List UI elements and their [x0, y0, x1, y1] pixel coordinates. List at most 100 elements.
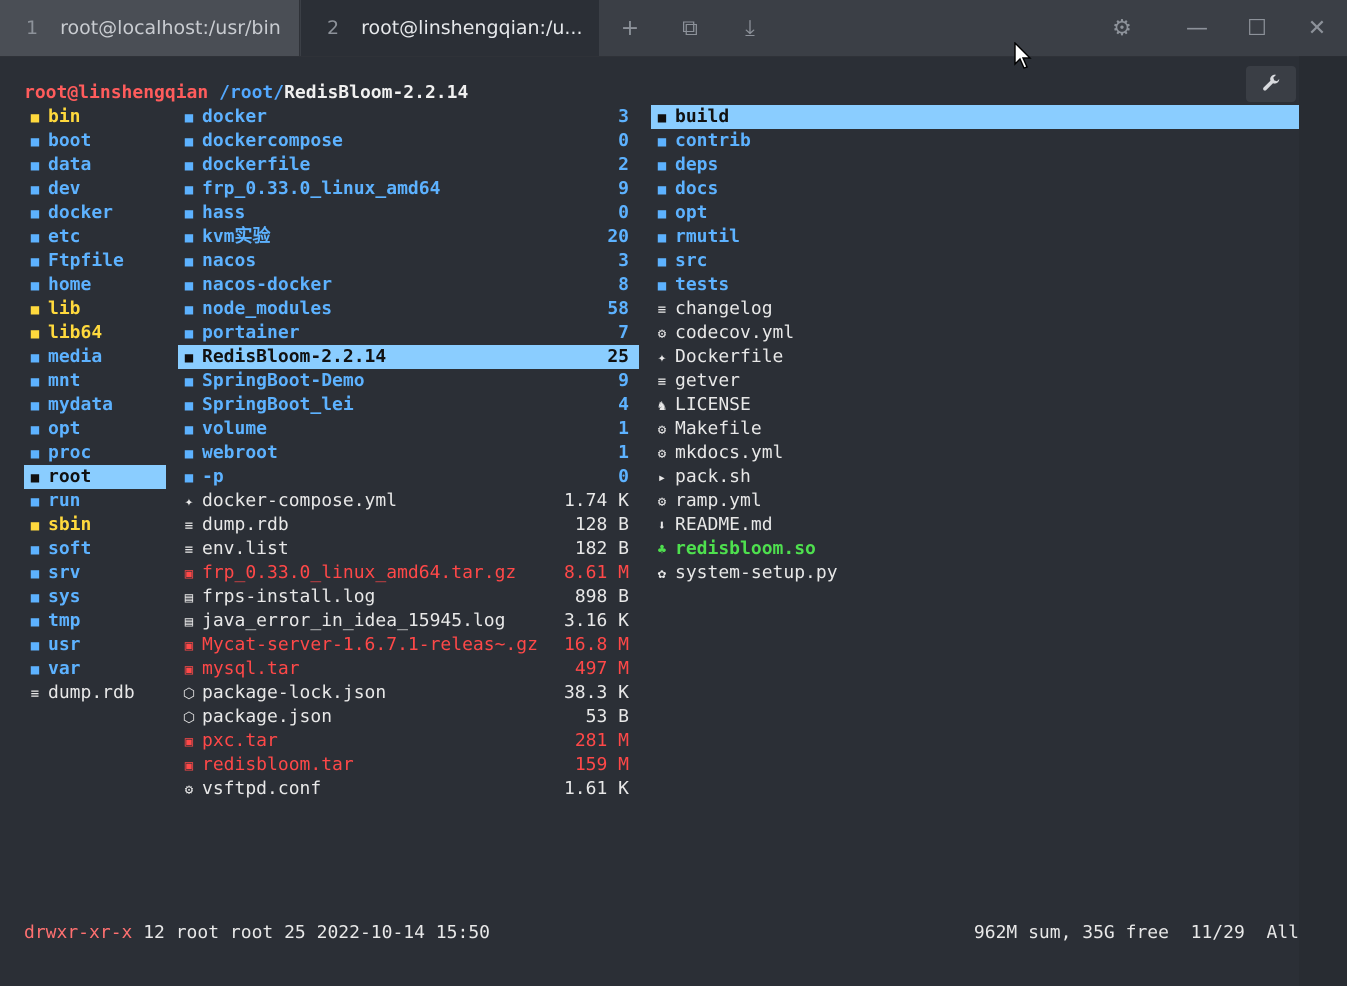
directory-entry[interactable]: ■ sbin [24, 513, 166, 537]
file-entry[interactable]: ⚙ codecov.yml [651, 321, 1299, 345]
directory-entry[interactable]: ■ bin [24, 105, 166, 129]
directory-entry[interactable]: ■ docker 3 [178, 105, 639, 129]
directory-entry[interactable]: ■ home [24, 273, 166, 297]
file-entry[interactable]: ⚙ vsftpd.conf 1.61 K [178, 777, 639, 801]
file-entry[interactable]: ▣ pxc.tar 281 M [178, 729, 639, 753]
directory-entry[interactable]: ■ hass 0 [178, 201, 639, 225]
directory-entry[interactable]: ■ opt [651, 201, 1299, 225]
file-entry[interactable]: ≡ changelog [651, 297, 1299, 321]
file-entry[interactable]: ♞ LICENSE [651, 393, 1299, 417]
directory-entry[interactable]: ■ rmutil [651, 225, 1299, 249]
file-entry[interactable]: ▣ Mycat-server-1.6.7.1-releas~.gz 16.8 M [178, 633, 639, 657]
file-entry[interactable]: ▸ pack.sh [651, 465, 1299, 489]
minimize-button[interactable]: — [1167, 0, 1227, 56]
folder-icon: ■ [30, 638, 40, 654]
file-entry[interactable]: ✦ Dockerfile [651, 345, 1299, 369]
file-icon: ⬇ [657, 518, 667, 534]
directory-entry[interactable]: ■ etc [24, 225, 166, 249]
directory-entry[interactable]: ■ run [24, 489, 166, 513]
file-entry[interactable]: ⚙ mkdocs.yml [651, 441, 1299, 465]
directory-entry[interactable]: ■ SpringBoot_lei 4 [178, 393, 639, 417]
file-entry[interactable]: ▣ frp_0.33.0_linux_amd64.tar.gz 8.61 M [178, 561, 639, 585]
directory-entry[interactable]: ■ kvm实验 20 [178, 225, 639, 249]
directory-entry[interactable]: ■ boot [24, 129, 166, 153]
file-entry[interactable]: ♣ redisbloom.so [651, 537, 1299, 561]
directory-entry[interactable]: ■ mnt [24, 369, 166, 393]
directory-entry[interactable]: ■ Ftpfile [24, 249, 166, 273]
directory-entry[interactable]: ■ opt [24, 417, 166, 441]
directory-entry[interactable]: ■ volume 1 [178, 417, 639, 441]
directory-entry[interactable]: ■ src [651, 249, 1299, 273]
directory-entry[interactable]: ■ dockerfile 2 [178, 153, 639, 177]
directory-entry[interactable]: ■ frp_0.33.0_linux_amd64 9 [178, 177, 639, 201]
directory-entry[interactable]: ■ webroot 1 [178, 441, 639, 465]
directory-entry[interactable]: ■ mydata [24, 393, 166, 417]
directory-entry[interactable]: ■ build [651, 105, 1299, 129]
split-pane-button[interactable]: ⧉ [660, 0, 720, 56]
file-entry[interactable]: ≡ env.list 182 B [178, 537, 639, 561]
prompt-current-dir: RedisBloom-2.2.14 [284, 82, 469, 103]
directory-entry[interactable]: ■ soft [24, 537, 166, 561]
terminal-area[interactable]: root@linshengqian /root/RedisBloom-2.2.1… [0, 56, 1347, 986]
file-entry[interactable]: ≡ getver [651, 369, 1299, 393]
directory-entry[interactable]: ■ nacos-docker 8 [178, 273, 639, 297]
directory-entry[interactable]: ■ portainer 7 [178, 321, 639, 345]
directory-entry[interactable]: ■ docs [651, 177, 1299, 201]
tab-2[interactable]: 2 root@linshengqian:/u... [301, 0, 599, 56]
directory-entry[interactable]: ■ srv [24, 561, 166, 585]
file-icon: ▣ [184, 638, 194, 654]
file-entry[interactable]: ▤ java_error_in_idea_15945.log 3.16 K [178, 609, 639, 633]
download-button[interactable]: ⤓ [720, 0, 780, 56]
file-entry[interactable]: ≡ dump.rdb [24, 681, 166, 705]
directory-entry[interactable]: ■ tests [651, 273, 1299, 297]
file-icon: ≡ [657, 374, 667, 390]
file-entry[interactable]: ⬡ package.json 53 B [178, 705, 639, 729]
directory-entry[interactable]: ■ proc [24, 441, 166, 465]
directory-entry[interactable]: ■ dev [24, 177, 166, 201]
directory-entry[interactable]: ■ lib64 [24, 321, 166, 345]
close-button[interactable]: ✕ [1287, 0, 1347, 56]
file-entry[interactable]: ▣ redisbloom.tar 159 M [178, 753, 639, 777]
directory-entry[interactable]: ■ data [24, 153, 166, 177]
folder-icon: ■ [30, 278, 40, 294]
directory-entry[interactable]: ■ dockercompose 0 [178, 129, 639, 153]
file-entry[interactable]: ✦ docker-compose.yml 1.74 K [178, 489, 639, 513]
entry-name: pxc.tar [202, 730, 278, 751]
directory-entry[interactable]: ■ docker [24, 201, 166, 225]
file-entry[interactable]: ≡ dump.rdb 128 B [178, 513, 639, 537]
file-entry[interactable]: ⚙ Makefile [651, 417, 1299, 441]
settings-button[interactable]: ⚙ [1092, 0, 1152, 56]
folder-icon: ■ [30, 446, 40, 462]
file-entry[interactable]: ⚙ ramp.yml [651, 489, 1299, 513]
file-entry[interactable]: ▣ mysql.tar 497 M [178, 657, 639, 681]
directory-entry[interactable]: ■ RedisBloom-2.2.14 25 [178, 345, 639, 369]
tab-1[interactable]: 1 root@localhost:/usr/bin [0, 0, 300, 56]
directory-entry[interactable]: ■ usr [24, 633, 166, 657]
directory-entry[interactable]: ■ media [24, 345, 166, 369]
directory-entry[interactable]: ■ var [24, 657, 166, 681]
directory-entry[interactable]: ■ root [24, 465, 166, 489]
folder-icon: ■ [30, 134, 40, 150]
directory-entry[interactable]: ■ -p 0 [178, 465, 639, 489]
file-entry[interactable]: ✿ system-setup.py [651, 561, 1299, 585]
entry-size: 182 B [574, 538, 629, 559]
directory-entry[interactable]: ■ tmp [24, 609, 166, 633]
wrench-button[interactable] [1246, 66, 1296, 102]
file-entry[interactable]: ▤ frps-install.log 898 B [178, 585, 639, 609]
directory-entry[interactable]: ■ sys [24, 585, 166, 609]
entry-name: codecov.yml [675, 322, 795, 343]
folder-icon: ■ [30, 494, 40, 510]
directory-entry[interactable]: ■ SpringBoot-Demo 9 [178, 369, 639, 393]
entry-size: 497 M [574, 658, 629, 679]
file-entry[interactable]: ⬡ package-lock.json 38.3 K [178, 681, 639, 705]
directory-entry[interactable]: ■ contrib [651, 129, 1299, 153]
directory-entry[interactable]: ■ deps [651, 153, 1299, 177]
tab-number: 2 [327, 17, 340, 39]
directory-entry[interactable]: ■ nacos 3 [178, 249, 639, 273]
directory-entry[interactable]: ■ lib [24, 297, 166, 321]
file-entry[interactable]: ⬇ README.md [651, 513, 1299, 537]
maximize-button[interactable]: ☐ [1227, 0, 1287, 56]
entry-name: ramp.yml [675, 490, 762, 511]
new-tab-button[interactable]: + [600, 0, 660, 56]
directory-entry[interactable]: ■ node_modules 58 [178, 297, 639, 321]
